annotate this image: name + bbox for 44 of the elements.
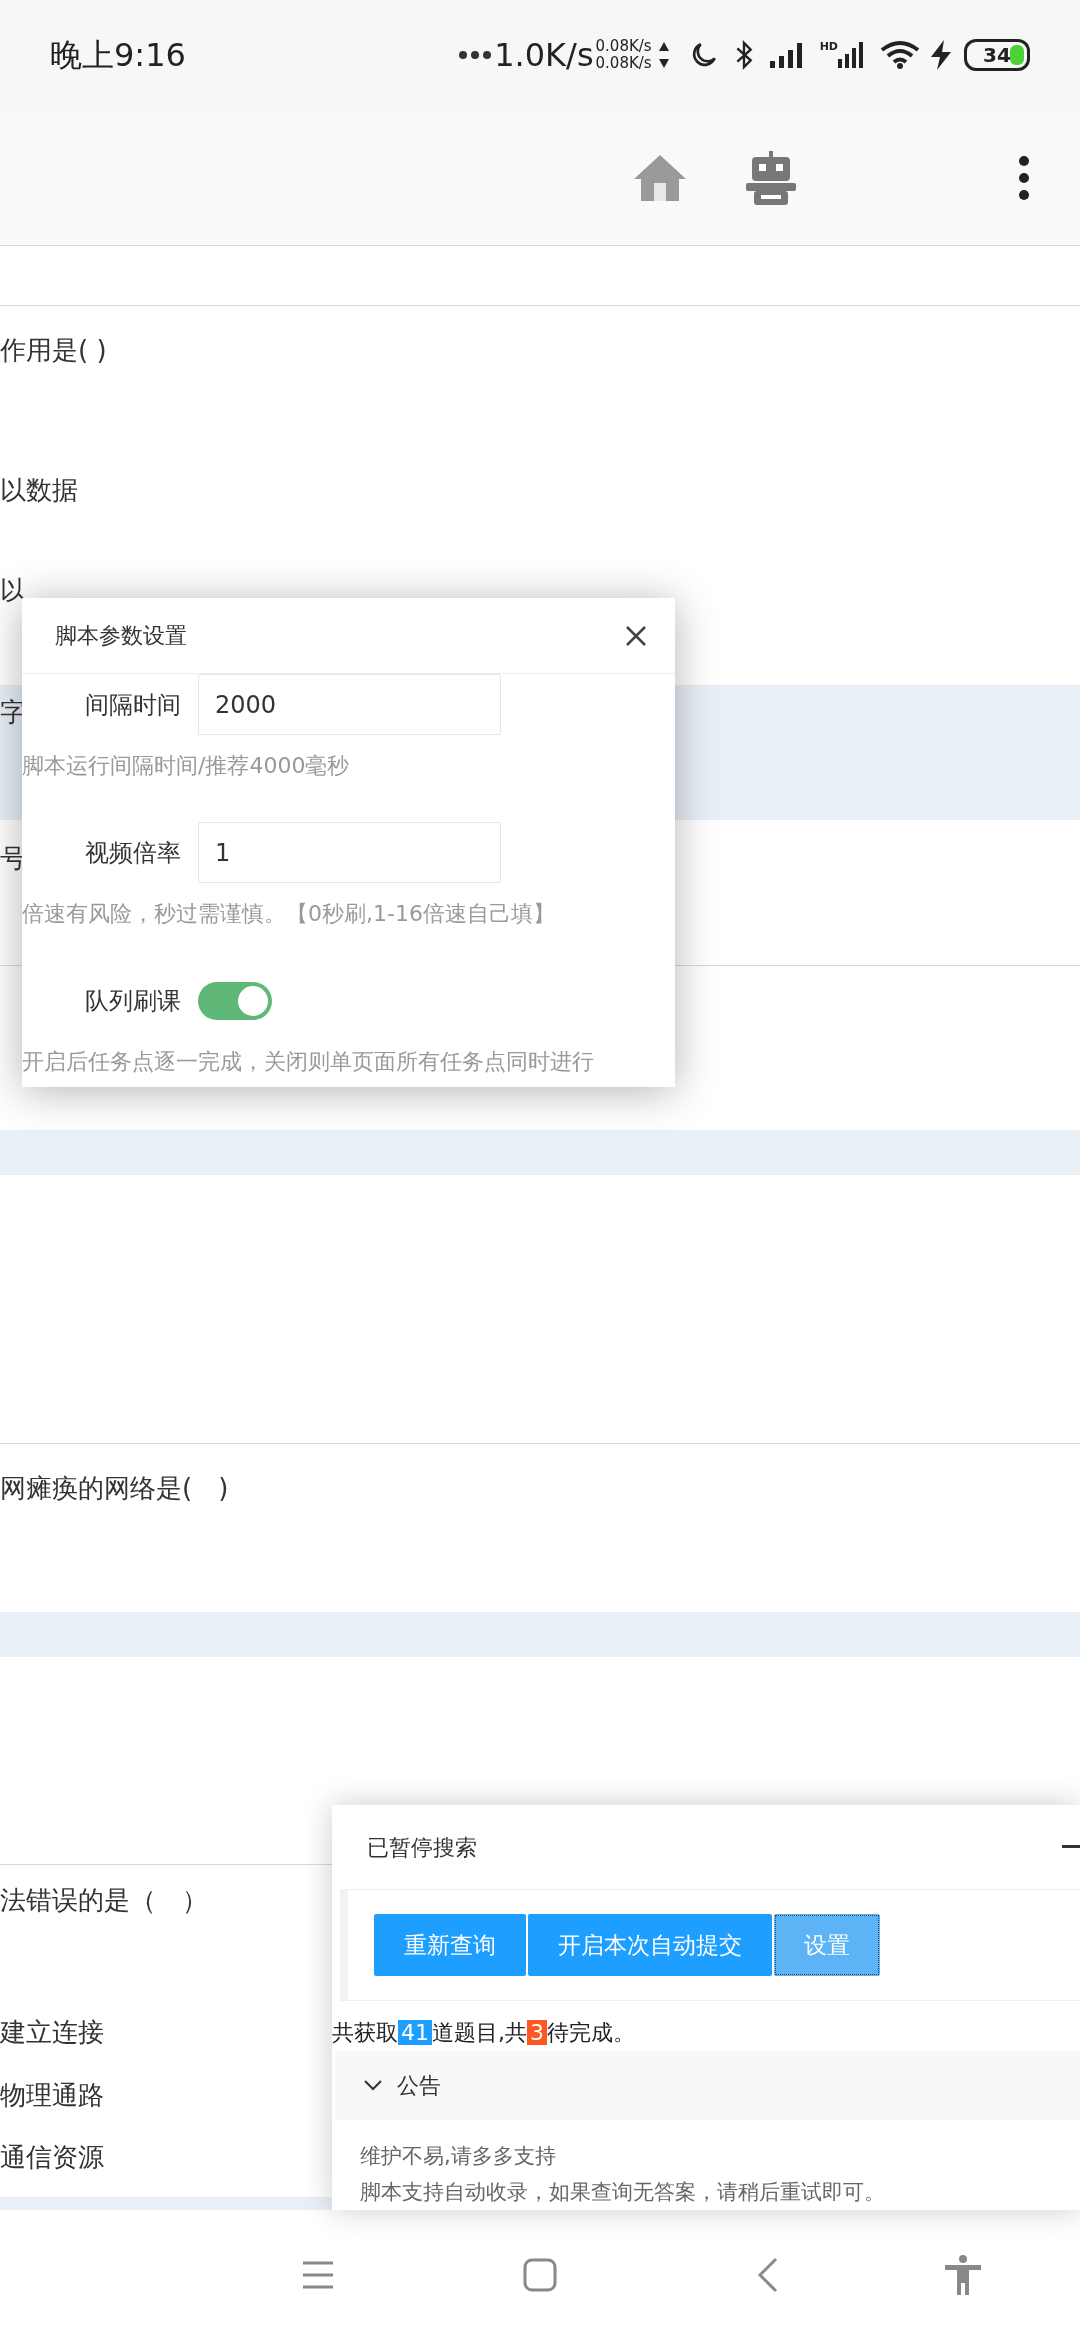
question-text: 号 (0, 842, 26, 875)
panel-title: 已暂停搜索 (367, 1833, 477, 1862)
field-hint: 脚本运行间隔时间/推荐4000毫秒 (22, 752, 351, 780)
notice-header[interactable]: 公告 (335, 2050, 1080, 2120)
more-icon[interactable] (1018, 154, 1030, 201)
question-text: 建立连接 (0, 2016, 104, 2049)
signal-icon (838, 41, 864, 69)
input-field[interactable]: 2000 (198, 674, 501, 735)
field-hint: 开启后任务点逐一完成，关闭则单页面所有任务点同时进行 (22, 1048, 595, 1076)
input-field[interactable]: 1 (198, 822, 501, 883)
field-label: 队列刷课 (84, 985, 182, 1017)
wifi-icon (880, 40, 920, 70)
close-icon[interactable] (625, 624, 647, 647)
field-label: 间隔时间 (84, 689, 182, 721)
robot-icon[interactable] (746, 150, 796, 205)
back-icon[interactable] (757, 2257, 779, 2293)
question-text: 网瘫痪的网络是( ) (0, 1472, 229, 1505)
upload-speed: 0.08K/s (595, 38, 652, 55)
minimize-icon[interactable] (1062, 1845, 1080, 1849)
accessibility-icon[interactable] (943, 2255, 983, 2295)
battery-icon: 34 (964, 39, 1030, 71)
question-text: 通信资源 (0, 2141, 104, 2174)
download-speed: 0.08K/s (595, 55, 652, 72)
network-speed: 1.0K/s (494, 35, 594, 76)
more-dots-icon (458, 50, 493, 60)
home-square-icon[interactable] (523, 2258, 557, 2292)
question-text: 物理通路 (0, 2079, 104, 2112)
home-icon[interactable] (632, 152, 688, 203)
chevron-icon (363, 2079, 383, 2092)
up-down-arrows-icon (657, 40, 670, 70)
lightning-icon (928, 39, 954, 71)
question-text: 法错误的是（ ） (0, 1884, 208, 1917)
hd-label: HD (819, 41, 838, 53)
field-hint: 倍速有风险，秒过需谨慎。【0秒刷,1-16倍速自己填】 (22, 900, 556, 928)
clock: 晚上9:16 (50, 35, 186, 76)
menu-icon[interactable] (301, 2260, 335, 2290)
question-text: 作用是( ) (0, 334, 107, 367)
summary-text: 共获取 41 道题目,共 3待完成。 (332, 2018, 636, 2047)
field-label: 视频倍率 (84, 837, 182, 869)
question-text: 以数据 (0, 474, 78, 507)
dialog-title: 脚本参数设置 (55, 622, 187, 650)
toggle-switch[interactable] (198, 981, 272, 1020)
notice-text: 脚本支持自动收录，如果查询无答案，请稍后重试即可。 (360, 2179, 886, 2206)
notice-text: 维护不易,请多多支持 (360, 2143, 557, 2170)
